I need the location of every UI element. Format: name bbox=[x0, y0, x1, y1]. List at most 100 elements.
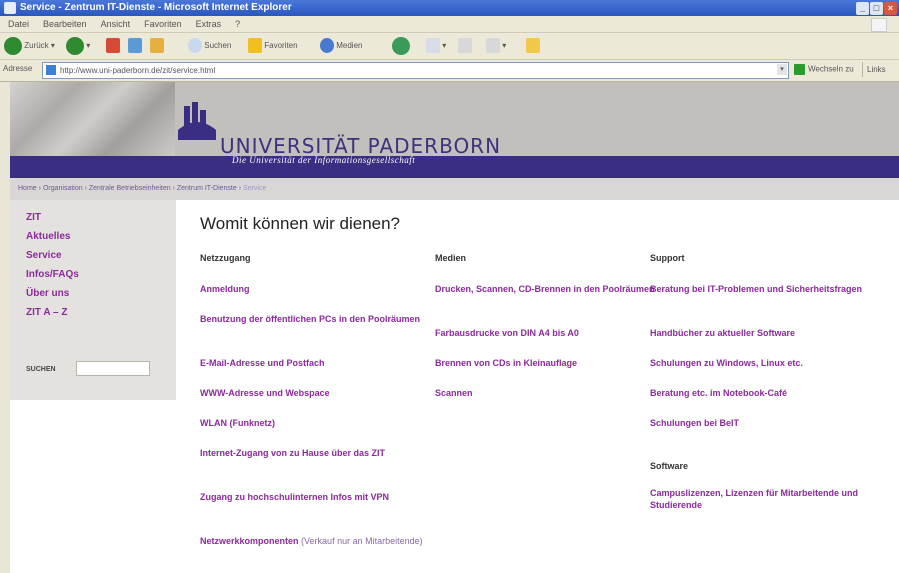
search-input[interactable] bbox=[76, 361, 150, 376]
browser-window: Service - Zentrum IT-Dienste - Microsoft… bbox=[0, 0, 899, 573]
link-notebook-cafe[interactable]: Beratung etc. im Notebook-Café bbox=[650, 387, 870, 417]
column-heading: Medien bbox=[435, 253, 467, 263]
link-internet-zugang[interactable]: Internet-Zugang von zu Hause über das ZI… bbox=[200, 447, 430, 491]
sidebar-item-zit[interactable]: ZIT bbox=[26, 208, 79, 227]
menu-help[interactable]: ? bbox=[235, 19, 240, 29]
mail-button[interactable]: ▾ bbox=[426, 36, 446, 56]
folder-button[interactable] bbox=[526, 36, 540, 56]
sidebar-item-service[interactable]: Service bbox=[26, 246, 79, 265]
links-button[interactable]: Links bbox=[862, 62, 886, 77]
breadcrumb-current: Service bbox=[243, 185, 267, 192]
link-handbuecher[interactable]: Handbücher zu aktueller Software bbox=[650, 327, 870, 357]
link-www[interactable]: WWW-Adresse und Webspace bbox=[200, 387, 430, 417]
menu-bar: Datei Bearbeiten Ansicht Favoriten Extras? bbox=[0, 16, 899, 33]
menu-favorites[interactable]: Favoriten bbox=[144, 19, 182, 29]
link-campuslizenzen[interactable]: Campuslizenzen, Lizenzen für Mitarbeiten… bbox=[650, 487, 870, 511]
close-button[interactable]: × bbox=[884, 2, 897, 15]
search-label: SUCHEN bbox=[26, 366, 56, 373]
column-heading: Support bbox=[650, 253, 685, 263]
home-icon bbox=[150, 38, 164, 54]
link-farbausdrucke[interactable]: Farbausdrucke von DIN A4 bis A0 bbox=[435, 327, 665, 357]
link-wlan[interactable]: WLAN (Funknetz) bbox=[200, 417, 430, 447]
title-bar: Service - Zentrum IT-Dienste - Microsoft… bbox=[0, 0, 899, 16]
address-dropdown-icon[interactable]: ▾ bbox=[777, 64, 787, 75]
university-logo-icon bbox=[178, 102, 216, 140]
edit-button[interactable]: ▾ bbox=[486, 36, 506, 56]
stop-button[interactable] bbox=[106, 36, 120, 56]
media-button[interactable]: Medien bbox=[320, 36, 362, 56]
sidebar-item-aktuelles[interactable]: Aktuelles bbox=[26, 227, 79, 246]
folder-icon bbox=[526, 38, 540, 54]
link-note: (Verkauf nur an Mitarbeitende) bbox=[301, 536, 423, 546]
maximize-button[interactable]: □ bbox=[870, 2, 883, 15]
window-title: Service - Zentrum IT-Dienste - Microsoft… bbox=[20, 2, 292, 13]
print-button[interactable] bbox=[458, 36, 472, 56]
link-scannen[interactable]: Scannen bbox=[435, 387, 665, 417]
refresh-icon bbox=[128, 38, 142, 54]
mail-icon bbox=[426, 38, 440, 54]
column-support: Support Beratung bei IT-Problemen und Si… bbox=[650, 253, 870, 511]
menu-view[interactable]: Ansicht bbox=[101, 19, 131, 29]
menu-file[interactable]: Datei bbox=[8, 19, 29, 29]
sidebar-item-infos[interactable]: Infos/FAQs bbox=[26, 265, 79, 284]
media-icon bbox=[320, 38, 334, 54]
windows-flag-icon bbox=[871, 18, 887, 32]
address-bar: Adresse http://www.uni-paderborn.de/zit/… bbox=[0, 60, 899, 82]
search-icon bbox=[188, 38, 202, 54]
breadcrumb: Home › Organisation › Zentrale Betriebse… bbox=[10, 178, 899, 200]
breadcrumb-organisation[interactable]: Organisation bbox=[43, 185, 83, 192]
address-field[interactable]: http://www.uni-paderborn.de/zit/service.… bbox=[42, 62, 789, 79]
menu-tools[interactable]: Extras bbox=[196, 19, 222, 29]
print-icon bbox=[458, 38, 472, 54]
breadcrumb-home[interactable]: Home bbox=[18, 185, 37, 192]
brand-band bbox=[10, 156, 899, 178]
column-netzzugang: Netzzugang Anmeldung Benutzung der öffen… bbox=[200, 253, 430, 547]
link-pools[interactable]: Benutzung der öffentlichen PCs in den Po… bbox=[200, 313, 430, 357]
edit-icon bbox=[486, 38, 500, 54]
home-button[interactable] bbox=[150, 36, 164, 56]
go-button[interactable]: Wechseln zu bbox=[794, 64, 854, 75]
sidebar-item-ueber-uns[interactable]: Über uns bbox=[26, 284, 79, 303]
toolbar: Zurück ▾ ▾ Suchen Favoriten Medien ▾ ▾ bbox=[0, 33, 899, 60]
back-button[interactable]: Zurück ▾ bbox=[4, 36, 55, 56]
link-schulungen-beit[interactable]: Schulungen bei BeIT bbox=[650, 417, 870, 461]
forward-arrow-icon bbox=[66, 36, 84, 55]
address-url: http://www.uni-paderborn.de/zit/service.… bbox=[60, 66, 216, 75]
search-button[interactable]: Suchen bbox=[188, 36, 231, 56]
history-button[interactable] bbox=[392, 36, 410, 56]
window-controls: _ □ × bbox=[855, 1, 897, 17]
link-email[interactable]: E-Mail-Adresse und Postfach bbox=[200, 357, 430, 387]
back-arrow-icon bbox=[4, 36, 22, 55]
breadcrumb-zentrale[interactable]: Zentrale Betriebseinheiten bbox=[89, 185, 171, 192]
favorites-button[interactable]: Favoriten bbox=[248, 36, 298, 56]
link-drucken[interactable]: Drucken, Scannen, CD-Brennen in den Pool… bbox=[435, 283, 665, 327]
stop-icon bbox=[106, 38, 120, 54]
link-anmeldung[interactable]: Anmeldung bbox=[200, 283, 430, 313]
sidebar-item-zit-a-z[interactable]: ZIT A – Z bbox=[26, 303, 79, 322]
sidebar-nav: ZIT Aktuelles Service Infos/FAQs Über un… bbox=[26, 208, 79, 322]
ie-logo-icon bbox=[4, 2, 16, 14]
university-tagline: Die Universität der Informationsgesellsc… bbox=[232, 155, 416, 165]
column-medien: Medien Drucken, Scannen, CD-Brennen in d… bbox=[435, 253, 665, 417]
minimize-button[interactable]: _ bbox=[856, 2, 869, 15]
history-icon bbox=[392, 36, 410, 55]
sidebar: ZIT Aktuelles Service Infos/FAQs Über un… bbox=[10, 200, 176, 400]
star-icon bbox=[248, 38, 262, 54]
refresh-button[interactable] bbox=[128, 36, 142, 56]
page-title: Womit können wir dienen? bbox=[200, 214, 401, 233]
link-beratung[interactable]: Beratung bei IT-Problemen und Sicherheit… bbox=[650, 283, 870, 327]
address-label: Adresse bbox=[3, 64, 33, 73]
link-netzwerkkomponenten[interactable]: Netzwerkkomponenten (Verkauf nur an Mita… bbox=[200, 535, 430, 547]
menu-edit[interactable]: Bearbeiten bbox=[43, 19, 87, 29]
link-vpn[interactable]: Zugang zu hochschulinternen Infos mit VP… bbox=[200, 491, 430, 535]
column-heading: Netzzugang bbox=[200, 253, 251, 263]
header-architecture-image bbox=[10, 82, 175, 156]
link-schulungen[interactable]: Schulungen zu Windows, Linux etc. bbox=[650, 357, 870, 387]
page-icon bbox=[46, 65, 56, 75]
go-arrow-icon bbox=[794, 64, 805, 75]
forward-button[interactable]: ▾ bbox=[66, 36, 90, 56]
link-cd-brennen[interactable]: Brennen von CDs in Kleinauflage bbox=[435, 357, 665, 387]
breadcrumb-zit[interactable]: Zentrum IT-Dienste bbox=[177, 185, 237, 192]
column-subheading: Software bbox=[650, 461, 689, 471]
page-content: UNIVERSITÄT PADERBORN Die Universität de… bbox=[10, 82, 899, 573]
